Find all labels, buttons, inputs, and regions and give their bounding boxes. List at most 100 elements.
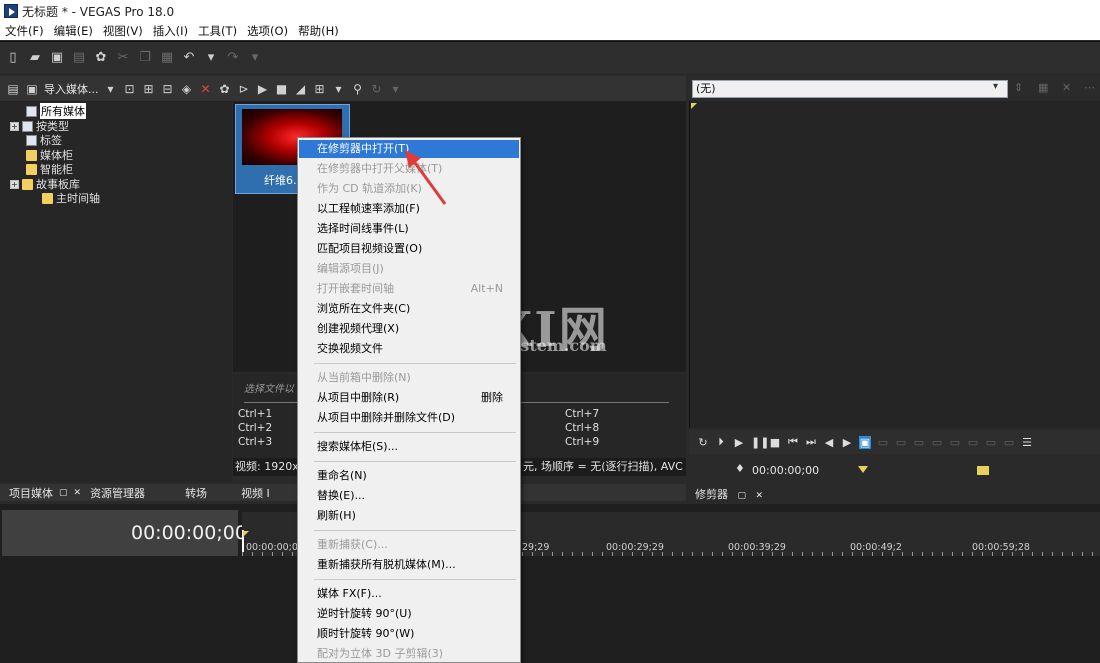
stop-icon[interactable]: ■ xyxy=(769,436,781,449)
capture-icon[interactable]: ⊡ xyxy=(123,82,137,96)
expand-icon[interactable]: + xyxy=(10,179,19,189)
menu-file[interactable]: 文件(F) xyxy=(0,23,49,39)
menu-item-edit-source-project[interactable]: 编辑源项目(J) xyxy=(299,260,519,278)
menu-item-open-nested-timeline[interactable]: 打开嵌套时间轴 Alt+N xyxy=(299,280,519,298)
next-frame-icon[interactable]: ▶ xyxy=(841,436,853,449)
trimmer-media-select[interactable]: (无) xyxy=(692,80,1008,98)
tree-item-media-bins[interactable]: 媒体柜 xyxy=(26,148,73,162)
tool-icon[interactable]: ▭ xyxy=(1003,436,1015,449)
menu-help[interactable]: 帮助(H) xyxy=(293,23,344,39)
tree-item-storyboard-bins[interactable]: + 故事板库 xyxy=(10,177,80,191)
menu-view[interactable]: 视图(V) xyxy=(98,23,148,39)
auto-preview-icon[interactable]: ◢ xyxy=(294,82,308,96)
pause-icon[interactable]: ❚❚ xyxy=(751,436,769,449)
menu-edit[interactable]: 编辑(E) xyxy=(49,23,98,39)
tool-icon[interactable]: ▭ xyxy=(931,436,943,449)
get-media-icon[interactable]: ⊟ xyxy=(161,82,175,96)
new-file-icon[interactable]: ▯ xyxy=(6,50,20,65)
menu-item-swap-video-file[interactable]: 交换视频文件 xyxy=(299,340,519,358)
tab-explorer[interactable]: 资源管理器 xyxy=(90,485,145,501)
menu-item-recapture[interactable]: 重新捕获(C)... xyxy=(299,536,519,554)
gear-icon[interactable]: ✿ xyxy=(94,50,108,65)
chevron-down-icon[interactable]: ▾ xyxy=(993,81,998,92)
trimmer-tool-icon[interactable]: ⇕ xyxy=(1014,81,1023,94)
menu-item-select-timeline-events[interactable]: 选择时间线事件(L) xyxy=(299,220,519,238)
paste-icon[interactable]: ▦ xyxy=(160,50,174,65)
search-icon[interactable]: ⚲ xyxy=(351,82,365,96)
trimmer-grid-icon[interactable]: ▦ xyxy=(1038,81,1048,94)
tab-trimmer[interactable]: 修剪器 ▢ ✕ xyxy=(695,486,763,502)
trimmer-options-icon[interactable]: ⋯ xyxy=(1084,81,1095,94)
previous-frame-icon[interactable]: ◀ xyxy=(823,436,835,449)
refresh-icon[interactable]: ↻ xyxy=(370,82,384,96)
import-media-button[interactable]: 导入媒体... xyxy=(44,81,99,97)
undo-dropdown-icon[interactable]: ▾ xyxy=(204,50,218,65)
maximize-icon[interactable]: ▢ xyxy=(59,488,68,498)
tree-item-main-timeline[interactable]: 主时间轴 xyxy=(42,191,100,205)
play-icon[interactable]: ▶ xyxy=(256,82,270,96)
extract-audio-icon[interactable]: ⊞ xyxy=(142,82,156,96)
properties-icon[interactable]: ✿ xyxy=(218,82,232,96)
trimmer-close-icon[interactable]: ✕ xyxy=(1062,81,1071,94)
play-icon[interactable]: ▶ xyxy=(733,436,745,449)
tab-transitions[interactable]: 转场 xyxy=(185,485,207,501)
menu-item-rename[interactable]: 重命名(N) xyxy=(299,467,519,485)
redo-dropdown-icon[interactable]: ▾ xyxy=(248,50,262,65)
tool-icon[interactable]: ▭ xyxy=(985,436,997,449)
menu-item-rotate-cw[interactable]: 顺时针旋转 90°(W) xyxy=(299,625,519,643)
tool-icon[interactable]: ▭ xyxy=(967,436,979,449)
tree-item-all-media[interactable]: 所有媒体 xyxy=(26,103,86,119)
menu-item-rotate-ccw[interactable]: 逆时针旋转 90°(U) xyxy=(299,605,519,623)
delete-icon[interactable]: ✕ xyxy=(199,82,213,96)
menu-item-search-media-bins[interactable]: 搜索媒体柜(S)... xyxy=(299,438,519,456)
save-as-icon[interactable]: ▤ xyxy=(72,50,86,65)
menu-item-remove-from-project[interactable]: 从项目中删除(R) 删除 xyxy=(299,389,519,407)
tab-video[interactable]: 视频 I xyxy=(241,485,270,501)
import-dropdown-icon[interactable]: ▾ xyxy=(104,82,118,96)
expand-icon[interactable]: + xyxy=(10,121,19,131)
close-icon[interactable]: ✕ xyxy=(74,488,82,498)
web-media-icon[interactable]: ◈ xyxy=(180,82,194,96)
copy-icon[interactable]: ❐ xyxy=(138,50,152,65)
go-to-end-icon[interactable]: ⏭ xyxy=(805,435,817,449)
go-to-start-icon[interactable]: ⏮ xyxy=(787,435,799,449)
save-icon[interactable]: ▣ xyxy=(50,50,64,65)
cut-icon[interactable]: ✂ xyxy=(116,50,130,65)
media-bin-icon[interactable]: ▤ xyxy=(6,82,20,96)
views-dropdown-icon[interactable]: ▾ xyxy=(332,82,346,96)
redo-icon[interactable]: ↷ xyxy=(226,50,240,65)
menu-item-media-fx[interactable]: 媒体 FX(F)... xyxy=(299,585,519,603)
snap-icon[interactable]: ▣ xyxy=(859,435,871,449)
menu-tools[interactable]: 工具(T) xyxy=(193,23,242,39)
tool-icon[interactable]: ▭ xyxy=(877,436,889,449)
menu-item-remove-and-delete-file[interactable]: 从项目中删除并删除文件(D) xyxy=(299,409,519,427)
maximize-icon[interactable]: ▢ xyxy=(738,491,747,501)
menu-item-replace[interactable]: 替换(E)... xyxy=(299,487,519,505)
play-from-start-icon[interactable]: ⏵ xyxy=(715,435,727,449)
tool-icon[interactable]: ▭ xyxy=(913,436,925,449)
stop-icon[interactable]: ■ xyxy=(275,82,289,96)
tab-project-media[interactable]: 项目媒体 xyxy=(9,485,53,501)
menu-item-create-video-proxy[interactable]: 创建视频代理(X) xyxy=(299,320,519,338)
menu-item-match-project-video-settings[interactable]: 匹配项目视频设置(O) xyxy=(299,240,519,258)
tree-item-tags[interactable]: 标签 xyxy=(26,133,62,147)
menu-item-browse-folder[interactable]: 浏览所在文件夹(C) xyxy=(299,300,519,318)
trimmer-view[interactable] xyxy=(689,101,1100,428)
open-folder-icon[interactable]: ▰ xyxy=(28,50,42,65)
loop-icon[interactable]: ↻ xyxy=(697,436,709,449)
menu-options[interactable]: 选项(O) xyxy=(242,23,293,39)
menu-item-pair-stereo-3d[interactable]: 配对为立体 3D 子剪辑(3) xyxy=(299,645,519,663)
tool-icon[interactable]: ▭ xyxy=(949,436,961,449)
refresh-dropdown-icon[interactable]: ▾ xyxy=(389,82,403,96)
menu-icon[interactable]: ☰ xyxy=(1021,436,1033,449)
import-media-icon[interactable]: ▣ xyxy=(25,82,39,96)
menu-item-refresh[interactable]: 刷新(H) xyxy=(299,507,519,525)
tree-item-by-type[interactable]: + 按类型 xyxy=(10,119,69,133)
menu-item-remove-from-bin[interactable]: 从当前箱中删除(N) xyxy=(299,369,519,387)
undo-icon[interactable]: ↶ xyxy=(182,50,196,65)
close-icon[interactable]: ✕ xyxy=(756,491,764,501)
tool-icon[interactable]: ▭ xyxy=(895,436,907,449)
views-icon[interactable]: ⊞ xyxy=(313,82,327,96)
menu-item-recapture-all-offline[interactable]: 重新捕获所有脱机媒体(M)... xyxy=(299,556,519,574)
media-fx-icon[interactable]: ⊳ xyxy=(237,82,251,96)
